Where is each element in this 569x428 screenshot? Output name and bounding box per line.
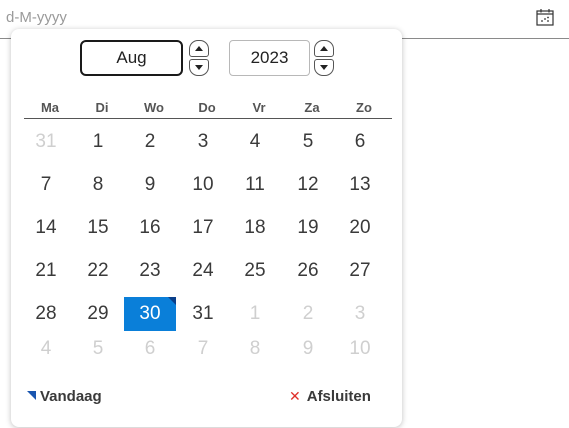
- day-cell[interactable]: 18: [229, 211, 281, 245]
- day-cell[interactable]: 20: [334, 211, 386, 245]
- page: d-M-yyyy Aug 2023 Ma Di Wo Do Vr Za Zo 3…: [0, 0, 569, 428]
- datepicker-popup: Aug 2023 Ma Di Wo Do Vr Za Zo 31 1 2 3 4 5 6 7 8…: [11, 29, 402, 427]
- close-button[interactable]: ✕ Afsluiten: [289, 386, 371, 406]
- arrow-down-icon: [320, 65, 328, 70]
- weekday-label: Wo: [144, 100, 164, 115]
- day-cell[interactable]: 5: [72, 332, 124, 366]
- year-spinner: [314, 40, 334, 76]
- year-down-button[interactable]: [314, 59, 334, 76]
- day-cell[interactable]: 3: [334, 297, 386, 331]
- date-input-placeholder: d-M-yyyy: [6, 9, 67, 26]
- day-cell[interactable]: 6: [334, 125, 386, 159]
- month-select[interactable]: Aug: [80, 40, 183, 76]
- year-up-button[interactable]: [314, 40, 334, 57]
- day-cell[interactable]: 24: [177, 254, 229, 288]
- month-spinner: [189, 40, 209, 76]
- day-cell[interactable]: 19: [282, 211, 334, 245]
- weekday-label: Za: [304, 100, 320, 115]
- close-icon: ✕: [289, 387, 301, 404]
- day-cell[interactable]: 29: [72, 297, 124, 331]
- day-cell[interactable]: 9: [124, 168, 176, 202]
- weekday-label: Zo: [356, 100, 372, 115]
- day-cell[interactable]: 17: [177, 211, 229, 245]
- day-cell[interactable]: 15: [72, 211, 124, 245]
- day-cell[interactable]: 14: [20, 211, 72, 245]
- day-cell[interactable]: 12: [282, 168, 334, 202]
- day-cell[interactable]: 10: [334, 332, 386, 366]
- day-cell[interactable]: 27: [334, 254, 386, 288]
- day-cell[interactable]: 31: [20, 125, 72, 159]
- day-cell[interactable]: 7: [177, 332, 229, 366]
- day-cell[interactable]: 22: [72, 254, 124, 288]
- day-cell[interactable]: 2: [124, 125, 176, 159]
- day-cell[interactable]: 23: [124, 254, 176, 288]
- day-cell[interactable]: 26: [282, 254, 334, 288]
- today-marker-icon: [168, 297, 176, 305]
- day-cell-selected[interactable]: 30: [124, 297, 176, 331]
- day-cell[interactable]: 1: [72, 125, 124, 159]
- day-cell[interactable]: 8: [229, 332, 281, 366]
- month-down-button[interactable]: [189, 59, 209, 76]
- day-cell[interactable]: 11: [229, 168, 281, 202]
- day-cell[interactable]: 21: [20, 254, 72, 288]
- today-label: Vandaag: [40, 387, 102, 405]
- arrow-down-icon: [195, 65, 203, 70]
- day-cell[interactable]: 2: [282, 297, 334, 331]
- day-cell[interactable]: 25: [229, 254, 281, 288]
- weekday-label: Ma: [40, 100, 60, 115]
- day-cell[interactable]: 4: [229, 125, 281, 159]
- calendar-icon[interactable]: [534, 6, 556, 28]
- day-cell[interactable]: 4: [20, 332, 72, 366]
- arrow-up-icon: [320, 46, 328, 51]
- weekday-label: Di: [95, 100, 109, 115]
- day-cell[interactable]: 1: [229, 297, 281, 331]
- arrow-up-icon: [195, 46, 203, 51]
- close-label: Afsluiten: [306, 387, 371, 405]
- day-cell[interactable]: 13: [334, 168, 386, 202]
- day-cell[interactable]: 7: [20, 168, 72, 202]
- day-cell[interactable]: 3: [177, 125, 229, 159]
- weekday-label: Vr: [252, 100, 266, 115]
- day-cell[interactable]: 31: [177, 297, 229, 331]
- weekday-label: Do: [198, 100, 216, 115]
- weekday-header: Ma Di Wo Do Vr Za Zo: [24, 100, 392, 119]
- day-cell[interactable]: 8: [72, 168, 124, 202]
- today-icon: [27, 390, 36, 400]
- day-cell[interactable]: 16: [124, 211, 176, 245]
- day-cell[interactable]: 10: [177, 168, 229, 202]
- day-cell[interactable]: 5: [282, 125, 334, 159]
- day-cell[interactable]: 9: [282, 332, 334, 366]
- day-cell[interactable]: 6: [124, 332, 176, 366]
- today-button[interactable]: Vandaag: [27, 386, 102, 406]
- day-cell[interactable]: 28: [20, 297, 72, 331]
- month-up-button[interactable]: [189, 40, 209, 57]
- year-select[interactable]: 2023: [229, 40, 310, 76]
